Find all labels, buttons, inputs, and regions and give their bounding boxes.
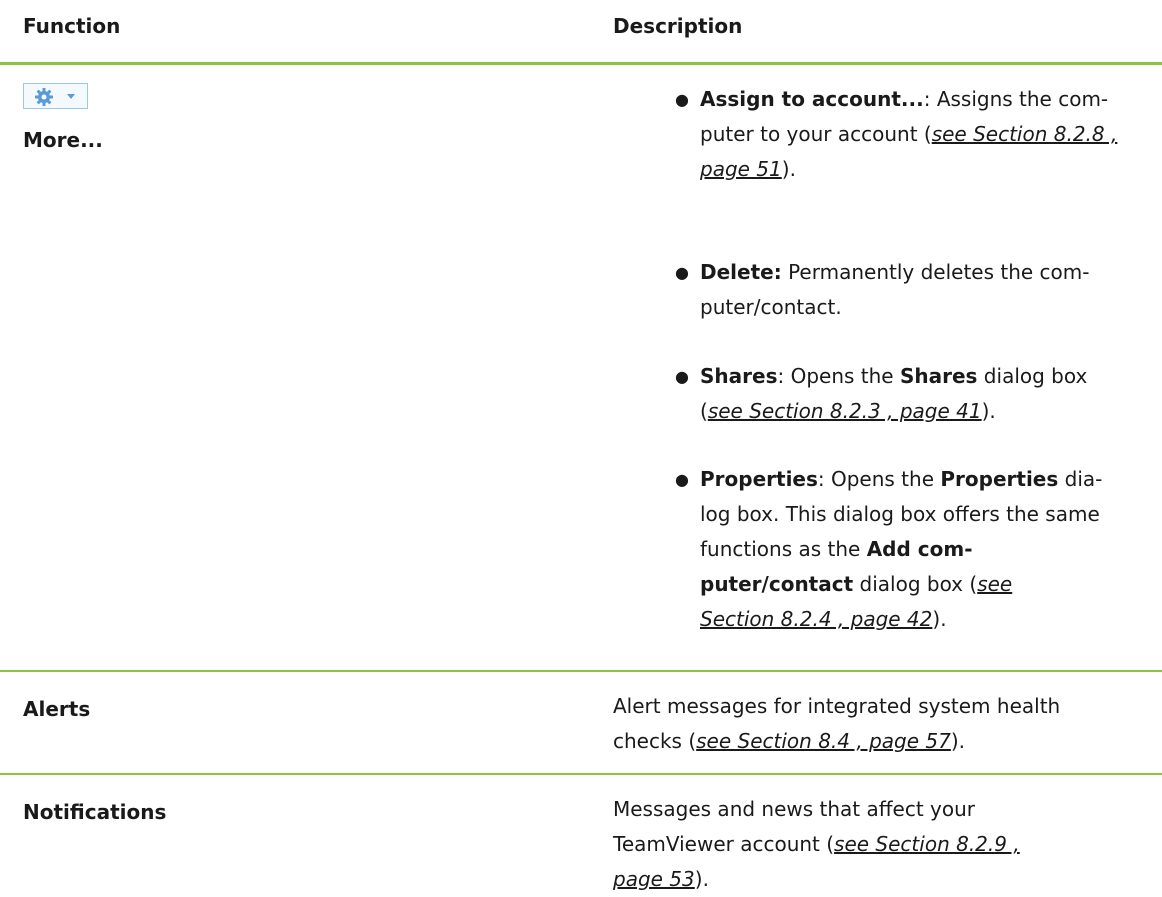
item-term: Add com- xyxy=(866,537,973,561)
notifications-label: Notifications xyxy=(23,800,167,824)
item-text: puter to your account ( xyxy=(700,122,932,146)
list-item-shares: Shares: Opens the Shares dialog box (see… xyxy=(700,359,1160,429)
page-link[interactable]: page 53 xyxy=(613,867,695,891)
alerts-label: Alerts xyxy=(23,697,91,721)
item-term: Assign to account... xyxy=(700,87,924,111)
item-term: Properties xyxy=(700,467,818,491)
desc-text: ). xyxy=(694,867,709,891)
list-item-delete: Delete: Permanently deletes the com- put… xyxy=(700,255,1160,325)
header-function: Function xyxy=(23,14,121,38)
item-text: ). xyxy=(981,399,996,423)
bullet-dot: ● xyxy=(675,470,689,489)
item-term: Shares xyxy=(700,364,778,388)
desc-text: TeamViewer account ( xyxy=(613,832,835,856)
list-item-assign: Assign to account...: Assigns the com- p… xyxy=(700,82,1160,187)
header-description: Description xyxy=(613,14,743,38)
row-divider xyxy=(0,670,1162,672)
item-text: Permanently deletes the com- xyxy=(781,260,1090,284)
item-text: : Opens the xyxy=(777,364,900,388)
alerts-description: Alert messages for integrated system hea… xyxy=(613,689,1158,759)
more-label: More... xyxy=(23,128,103,152)
section-link[interactable]: see Section 8.2.8 , xyxy=(932,122,1118,146)
item-term: puter/contact xyxy=(700,572,854,596)
bullet-dot: ● xyxy=(675,90,689,109)
section-link[interactable]: Section 8.2.4 , page 42 xyxy=(700,607,932,631)
item-term: Shares xyxy=(899,364,978,388)
item-term: Delete: xyxy=(700,260,782,284)
item-term: Properties xyxy=(940,467,1059,491)
section-link[interactable]: see xyxy=(977,572,1012,596)
bullet-dot: ● xyxy=(675,263,689,282)
gear-icon xyxy=(35,88,53,106)
item-text: ). xyxy=(781,157,796,181)
chevron-down-icon xyxy=(67,94,75,99)
function-table: Function Description More... ● Assign to… xyxy=(0,0,1162,891)
item-text: functions as the xyxy=(700,537,867,561)
desc-text: checks ( xyxy=(613,729,697,753)
item-text: ( xyxy=(700,399,708,423)
desc-text: ). xyxy=(950,729,965,753)
page-link[interactable]: page 51 xyxy=(700,157,782,181)
item-text: dialog box ( xyxy=(853,572,978,596)
notifications-description: Messages and news that affect your TeamV… xyxy=(613,792,1158,897)
bullet-dot: ● xyxy=(675,367,689,386)
desc-text: Messages and news that affect your xyxy=(613,797,976,821)
desc-text: Alert messages for integrated system hea… xyxy=(613,694,1061,718)
item-text: : Opens the xyxy=(817,467,941,491)
item-text: ). xyxy=(932,607,947,631)
item-sep: : xyxy=(923,87,937,111)
more-gear-button[interactable] xyxy=(23,83,88,109)
item-text: puter/contact. xyxy=(700,295,842,319)
item-text: Assigns the com- xyxy=(936,87,1109,111)
section-link[interactable]: see Section 8.4 , page 57 xyxy=(696,729,951,753)
item-text: dialog box xyxy=(977,364,1088,388)
section-link[interactable]: see Section 8.2.9 , xyxy=(834,832,1020,856)
list-item-properties: Properties: Opens the Properties dia- lo… xyxy=(700,462,1160,637)
item-text: dia- xyxy=(1058,467,1103,491)
item-text: log box. This dialog box offers the same xyxy=(700,502,1100,526)
table-header: Function Description xyxy=(0,0,1162,65)
row-divider xyxy=(0,773,1162,775)
section-link[interactable]: see Section 8.2.3 , page 41 xyxy=(708,399,982,423)
